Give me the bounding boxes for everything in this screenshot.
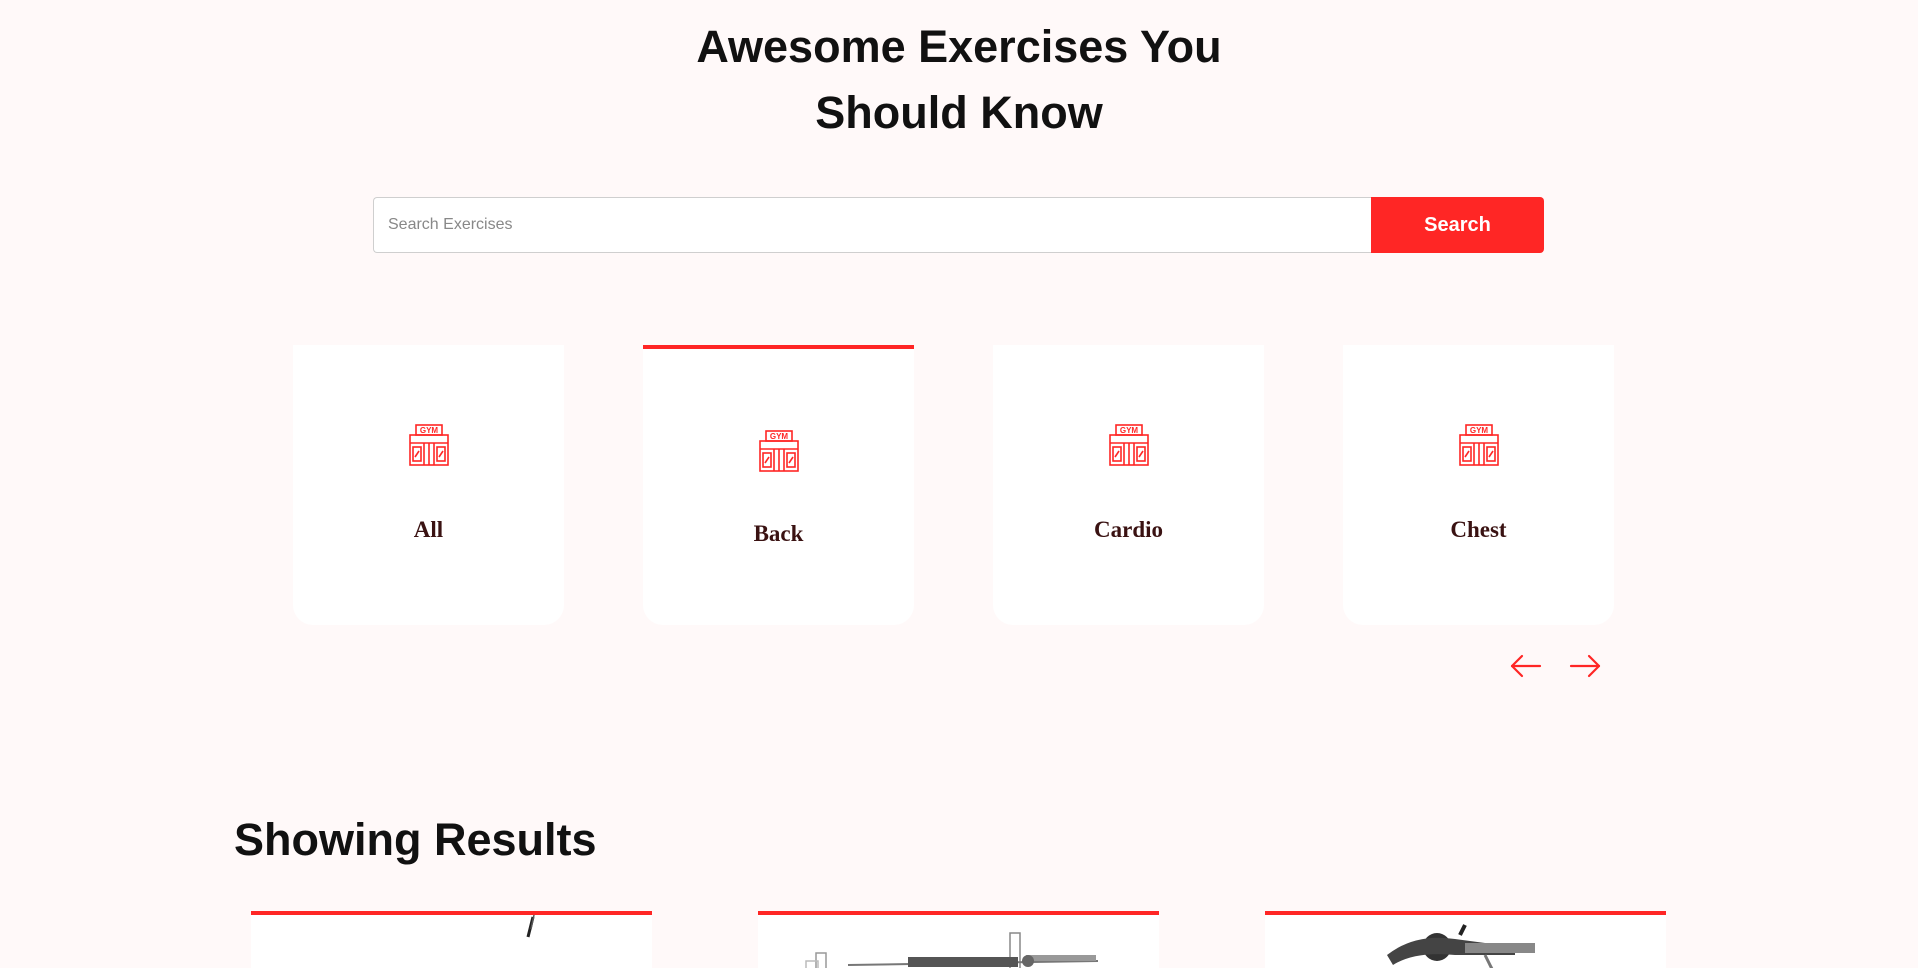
gym-icon: GYM <box>758 430 799 472</box>
svg-text:GYM: GYM <box>769 432 788 441</box>
exercise-image <box>526 915 535 938</box>
arrow-right-icon[interactable] <box>1568 652 1602 680</box>
category-label: Back <box>753 521 804 546</box>
category-label: Chest <box>1450 517 1507 542</box>
hero-title-line-2: Should Know <box>815 87 1103 138</box>
exercise-image <box>805 932 1099 968</box>
exercise-image <box>1387 924 1535 968</box>
exercise-card[interactable] <box>758 911 1159 968</box>
category-card-cardio[interactable]: GYM Cardio <box>993 345 1264 625</box>
gym-icon: GYM <box>1458 424 1499 466</box>
svg-text:GYM: GYM <box>419 426 438 435</box>
exercise-card[interactable] <box>1265 911 1666 968</box>
category-card-back[interactable]: GYM Back <box>643 345 914 625</box>
gym-icon: GYM <box>408 424 449 466</box>
results-title: Showing Results <box>234 814 597 865</box>
svg-text:GYM: GYM <box>1119 426 1138 435</box>
hero-title-line-1: Awesome Exercises You <box>696 21 1222 72</box>
exercise-card[interactable] <box>251 911 652 968</box>
page: Awesome Exercises You Should Know Search… <box>0 0 1918 968</box>
category-label: All <box>413 517 444 542</box>
search-bar: Search <box>373 197 1544 253</box>
hero-title: Awesome Exercises You Should Know <box>0 14 1918 146</box>
category-card-all[interactable]: GYM All <box>293 345 564 625</box>
search-button[interactable]: Search <box>1371 197 1544 253</box>
svg-text:GYM: GYM <box>1469 426 1488 435</box>
category-card-chest[interactable]: GYM Chest <box>1343 345 1614 625</box>
gym-icon: GYM <box>1108 424 1149 466</box>
category-label: Cardio <box>1094 517 1163 542</box>
search-input[interactable] <box>373 197 1371 253</box>
arrow-left-icon[interactable] <box>1509 652 1543 680</box>
